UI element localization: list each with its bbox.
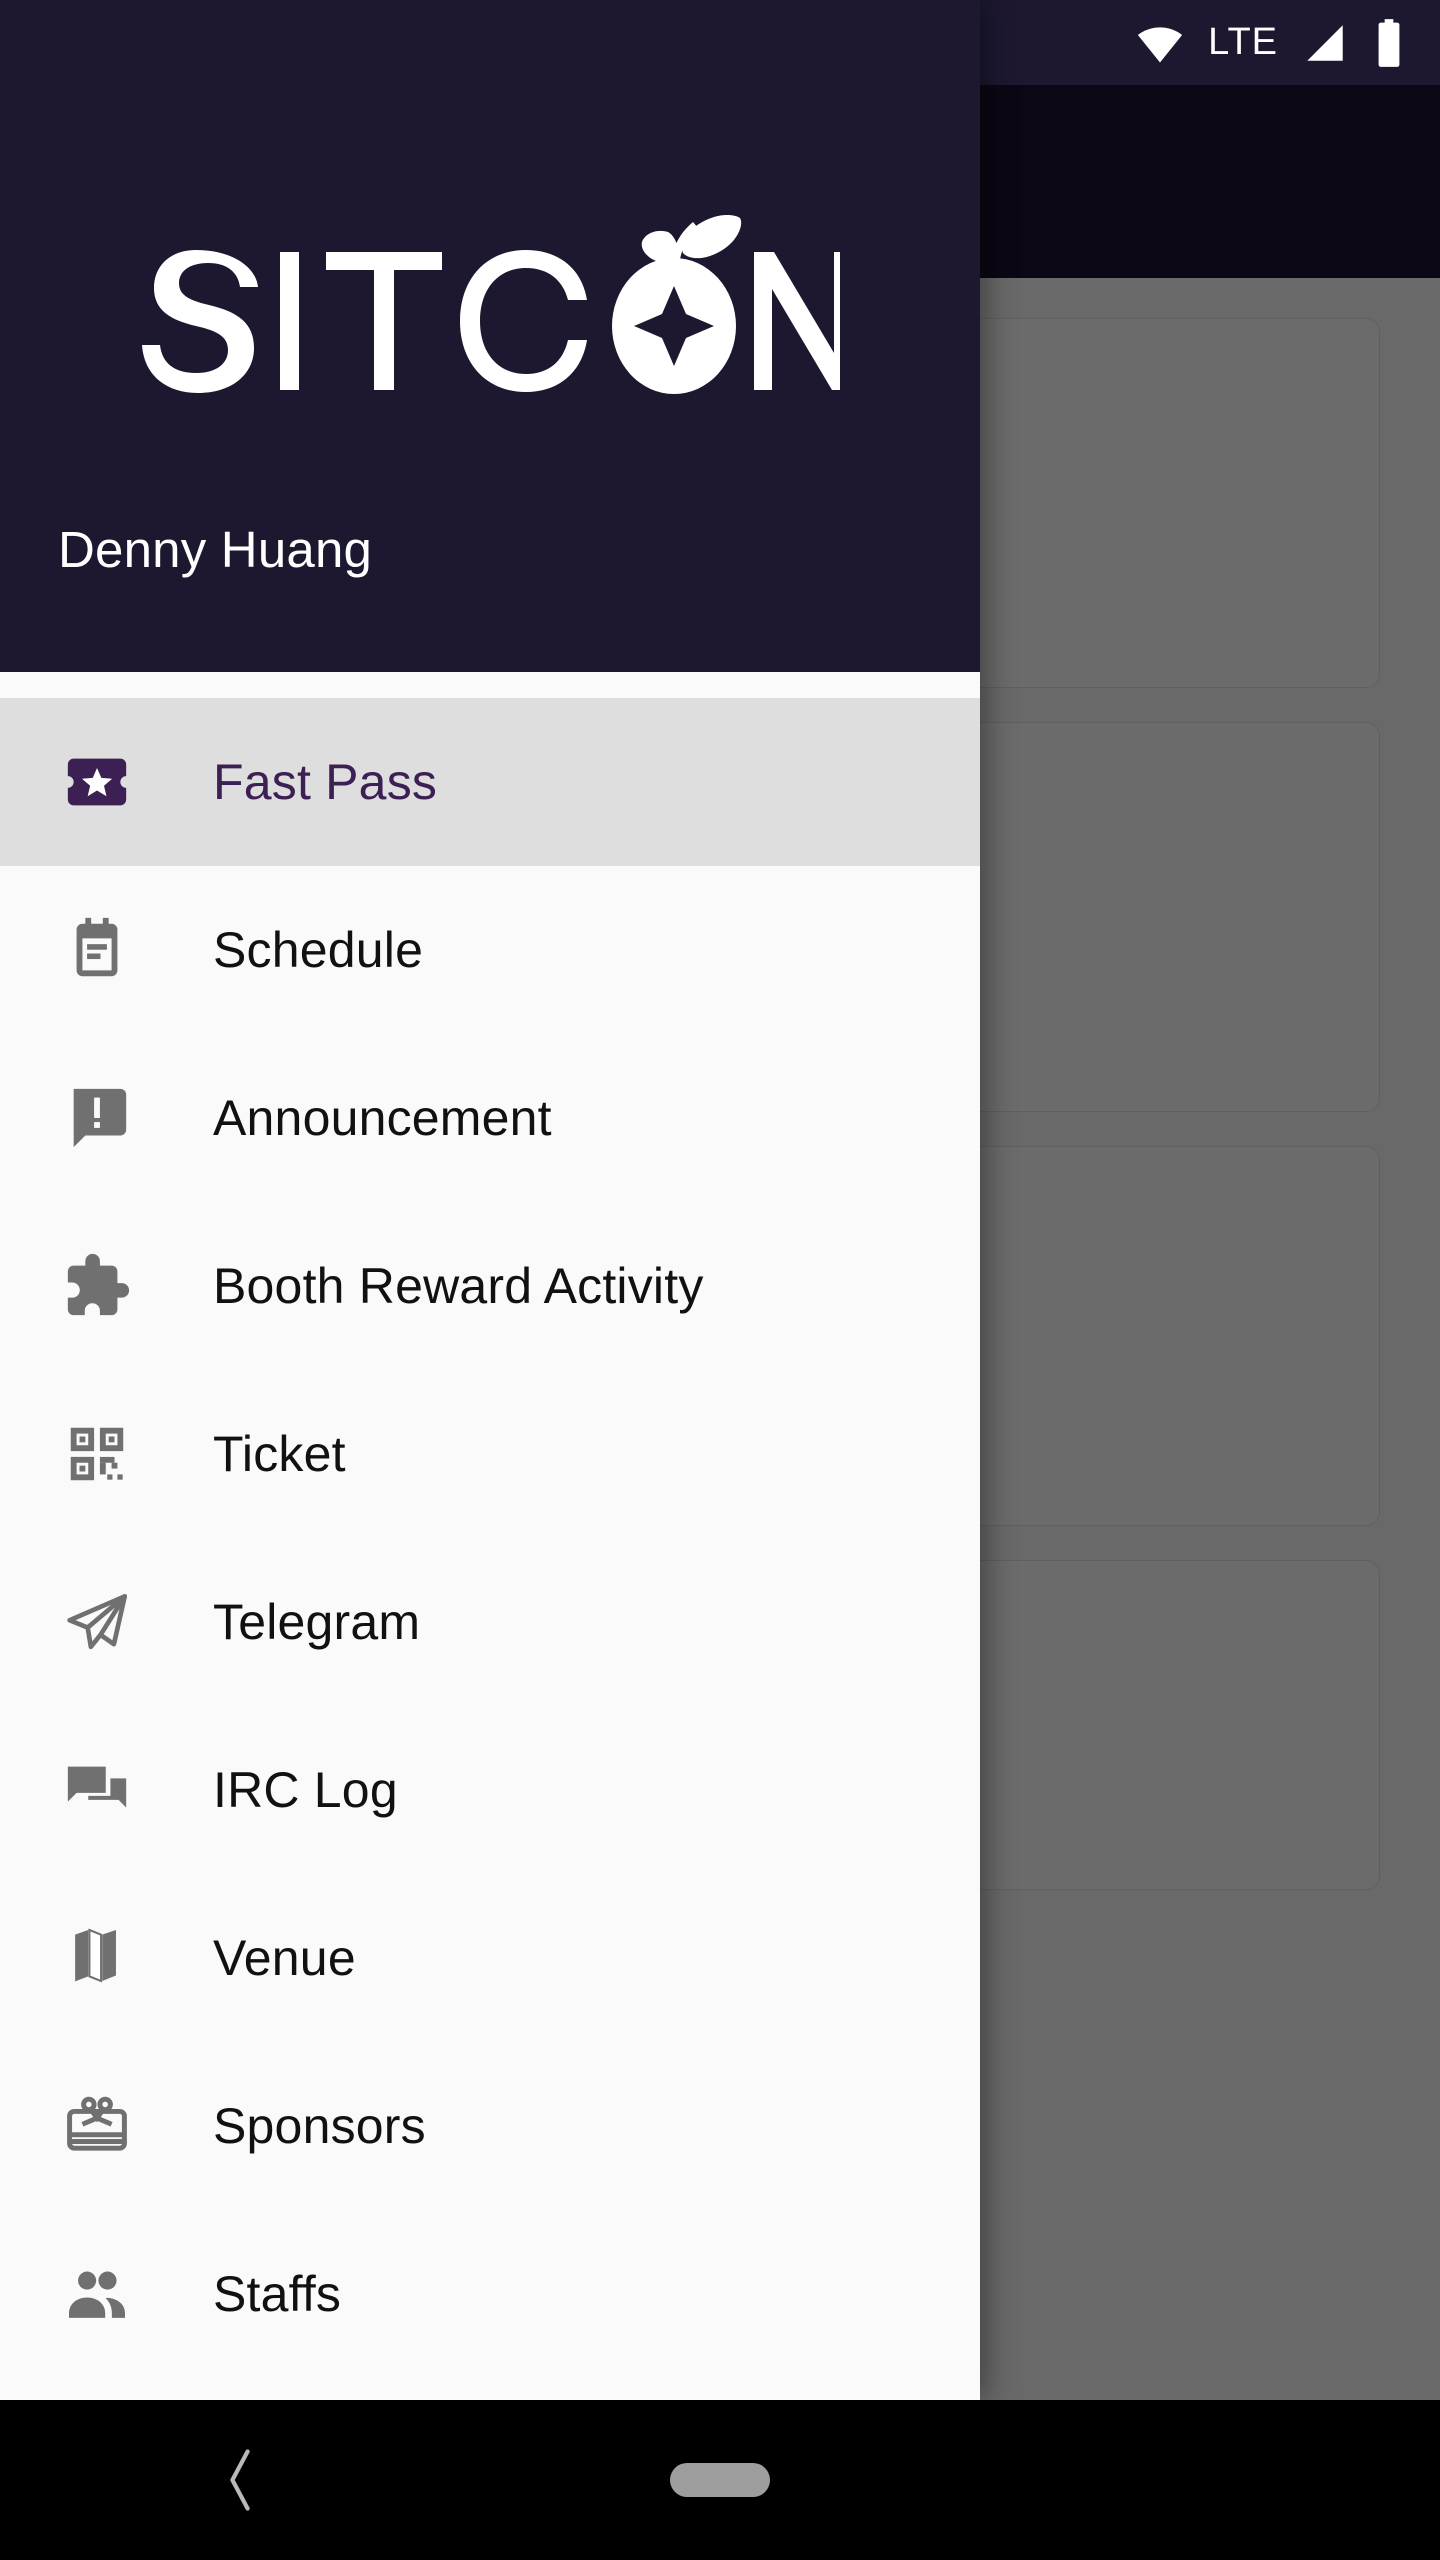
drawer-user-name: Denny Huang	[58, 521, 373, 578]
drawer-item-label: Announcement	[213, 1090, 552, 1146]
ticket-star-icon	[60, 745, 134, 819]
drawer-menu-list: Fast Pass Schedule Announcement Booth Re…	[0, 672, 980, 2400]
drawer-item-booth-reward-activity[interactable]: Booth Reward Activity	[0, 1202, 980, 1370]
drawer-item-schedule[interactable]: Schedule	[0, 866, 980, 1034]
drawer-item-staffs[interactable]: Staffs	[0, 2210, 980, 2378]
drawer-item-label: Ticket	[213, 1426, 346, 1482]
battery-icon	[1372, 17, 1406, 69]
puzzle-piece-icon	[60, 1249, 134, 1323]
card-giftcard-icon	[60, 2089, 134, 2163]
signal-icon	[1300, 18, 1350, 68]
wifi-icon	[1134, 17, 1186, 69]
home-pill	[670, 2463, 770, 2497]
drawer-item-irc-log[interactable]: IRC Log	[0, 1706, 980, 1874]
drawer-item-fast-pass[interactable]: Fast Pass	[0, 698, 980, 866]
drawer-item-announcement[interactable]: Announcement	[0, 1034, 980, 1202]
system-navigation-bar	[0, 2400, 1440, 2560]
speech-bubble-alert-icon	[60, 1081, 134, 1155]
network-type-label: LTE	[1208, 21, 1278, 63]
phone-screen: 0 t erch 0	[0, 0, 1440, 2560]
drawer-header: Denny Huang	[0, 0, 980, 672]
calendar-event-note-icon	[60, 913, 134, 987]
drawer-item-venue[interactable]: Venue	[0, 1874, 980, 2042]
map-icon	[60, 1921, 134, 1995]
drawer-item-label: Staffs	[213, 2266, 342, 2322]
drawer-item-label: Fast Pass	[213, 754, 438, 810]
paper-plane-icon	[60, 1585, 134, 1659]
drawer-item-label: IRC Log	[213, 1762, 398, 1818]
drawer-item-label: Venue	[213, 1930, 356, 1986]
home-indicator[interactable]	[480, 2400, 960, 2560]
navigation-drawer: Denny Huang Fast Pass Schedule Announcem…	[0, 0, 980, 2400]
people-group-icon	[60, 2257, 134, 2331]
chat-bubbles-icon	[60, 1753, 134, 1827]
back-button[interactable]	[0, 2400, 480, 2560]
drawer-item-label: Schedule	[213, 922, 424, 978]
status-bar-icons: LTE	[1134, 17, 1406, 69]
drawer-item-ticket[interactable]: Ticket	[0, 1370, 980, 1538]
sitcon-logo	[0, 190, 980, 410]
qr-code-icon	[60, 1417, 134, 1491]
drawer-item-label: Booth Reward Activity	[213, 1258, 704, 1314]
drawer-item-telegram[interactable]: Telegram	[0, 1538, 980, 1706]
drawer-item-sponsors[interactable]: Sponsors	[0, 2042, 980, 2210]
drawer-item-label: Sponsors	[213, 2098, 426, 2154]
drawer-item-label: Telegram	[213, 1594, 421, 1650]
